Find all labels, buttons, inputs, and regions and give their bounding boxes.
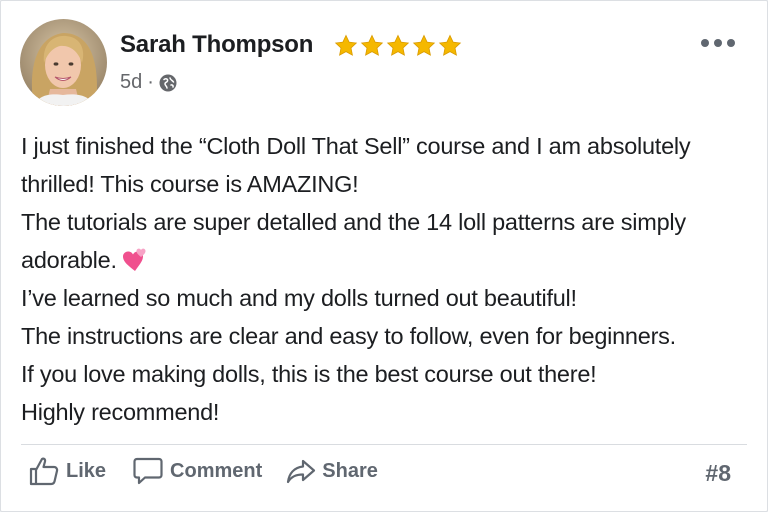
comment-label: Comment [170, 459, 263, 482]
divider [21, 444, 747, 445]
globe-icon [159, 74, 177, 91]
dot-icon [714, 39, 722, 47]
post-line: I’ve learned so much and my dolls turned… [21, 285, 577, 311]
star-icon [334, 34, 358, 56]
comment-icon [133, 457, 163, 485]
star-icon [438, 34, 462, 56]
share-button[interactable]: Share [286, 457, 378, 485]
meta-separator: · [147, 71, 154, 93]
post-line: The instructions are clear and easy to f… [21, 323, 676, 349]
more-options-button[interactable] [701, 39, 735, 47]
star-icon [412, 34, 436, 56]
action-bar: Like Comment Share [28, 456, 378, 486]
two-hearts-icon [120, 244, 148, 282]
post-line: Highly recommend! [21, 399, 220, 425]
dot-icon [701, 39, 709, 47]
post-line-with-emoji: adorable. [21, 241, 756, 279]
star-icon [360, 34, 384, 56]
thumbs-up-icon [29, 457, 59, 486]
post-meta: 5d · [120, 71, 177, 94]
like-label: Like [66, 459, 107, 482]
post-body: I just finished the “Cloth Doll That Sel… [21, 127, 756, 431]
post-counter: #8 [705, 460, 731, 486]
post-line: thrilled! This course is AMAZING! [21, 171, 359, 197]
post-line: I just finished the “Cloth Doll That Sel… [21, 133, 691, 159]
post-time[interactable]: 5d [120, 71, 142, 94]
share-icon [287, 459, 316, 484]
share-label: Share [322, 459, 378, 482]
star-icon [386, 34, 410, 56]
rating-stars [333, 34, 463, 58]
post-card: Sarah Thompson 5d · I just finished the … [0, 0, 768, 512]
author-name[interactable]: Sarah Thompson [120, 31, 313, 59]
post-line-text: adorable. [21, 247, 117, 273]
dot-icon [727, 39, 735, 47]
avatar[interactable] [20, 19, 107, 106]
post-line: The tutorials are super detalled and the… [21, 209, 686, 235]
post-line: If you love making dolls, this is the be… [21, 361, 597, 387]
comment-button[interactable]: Comment [132, 456, 262, 486]
like-button[interactable]: Like [28, 456, 106, 486]
